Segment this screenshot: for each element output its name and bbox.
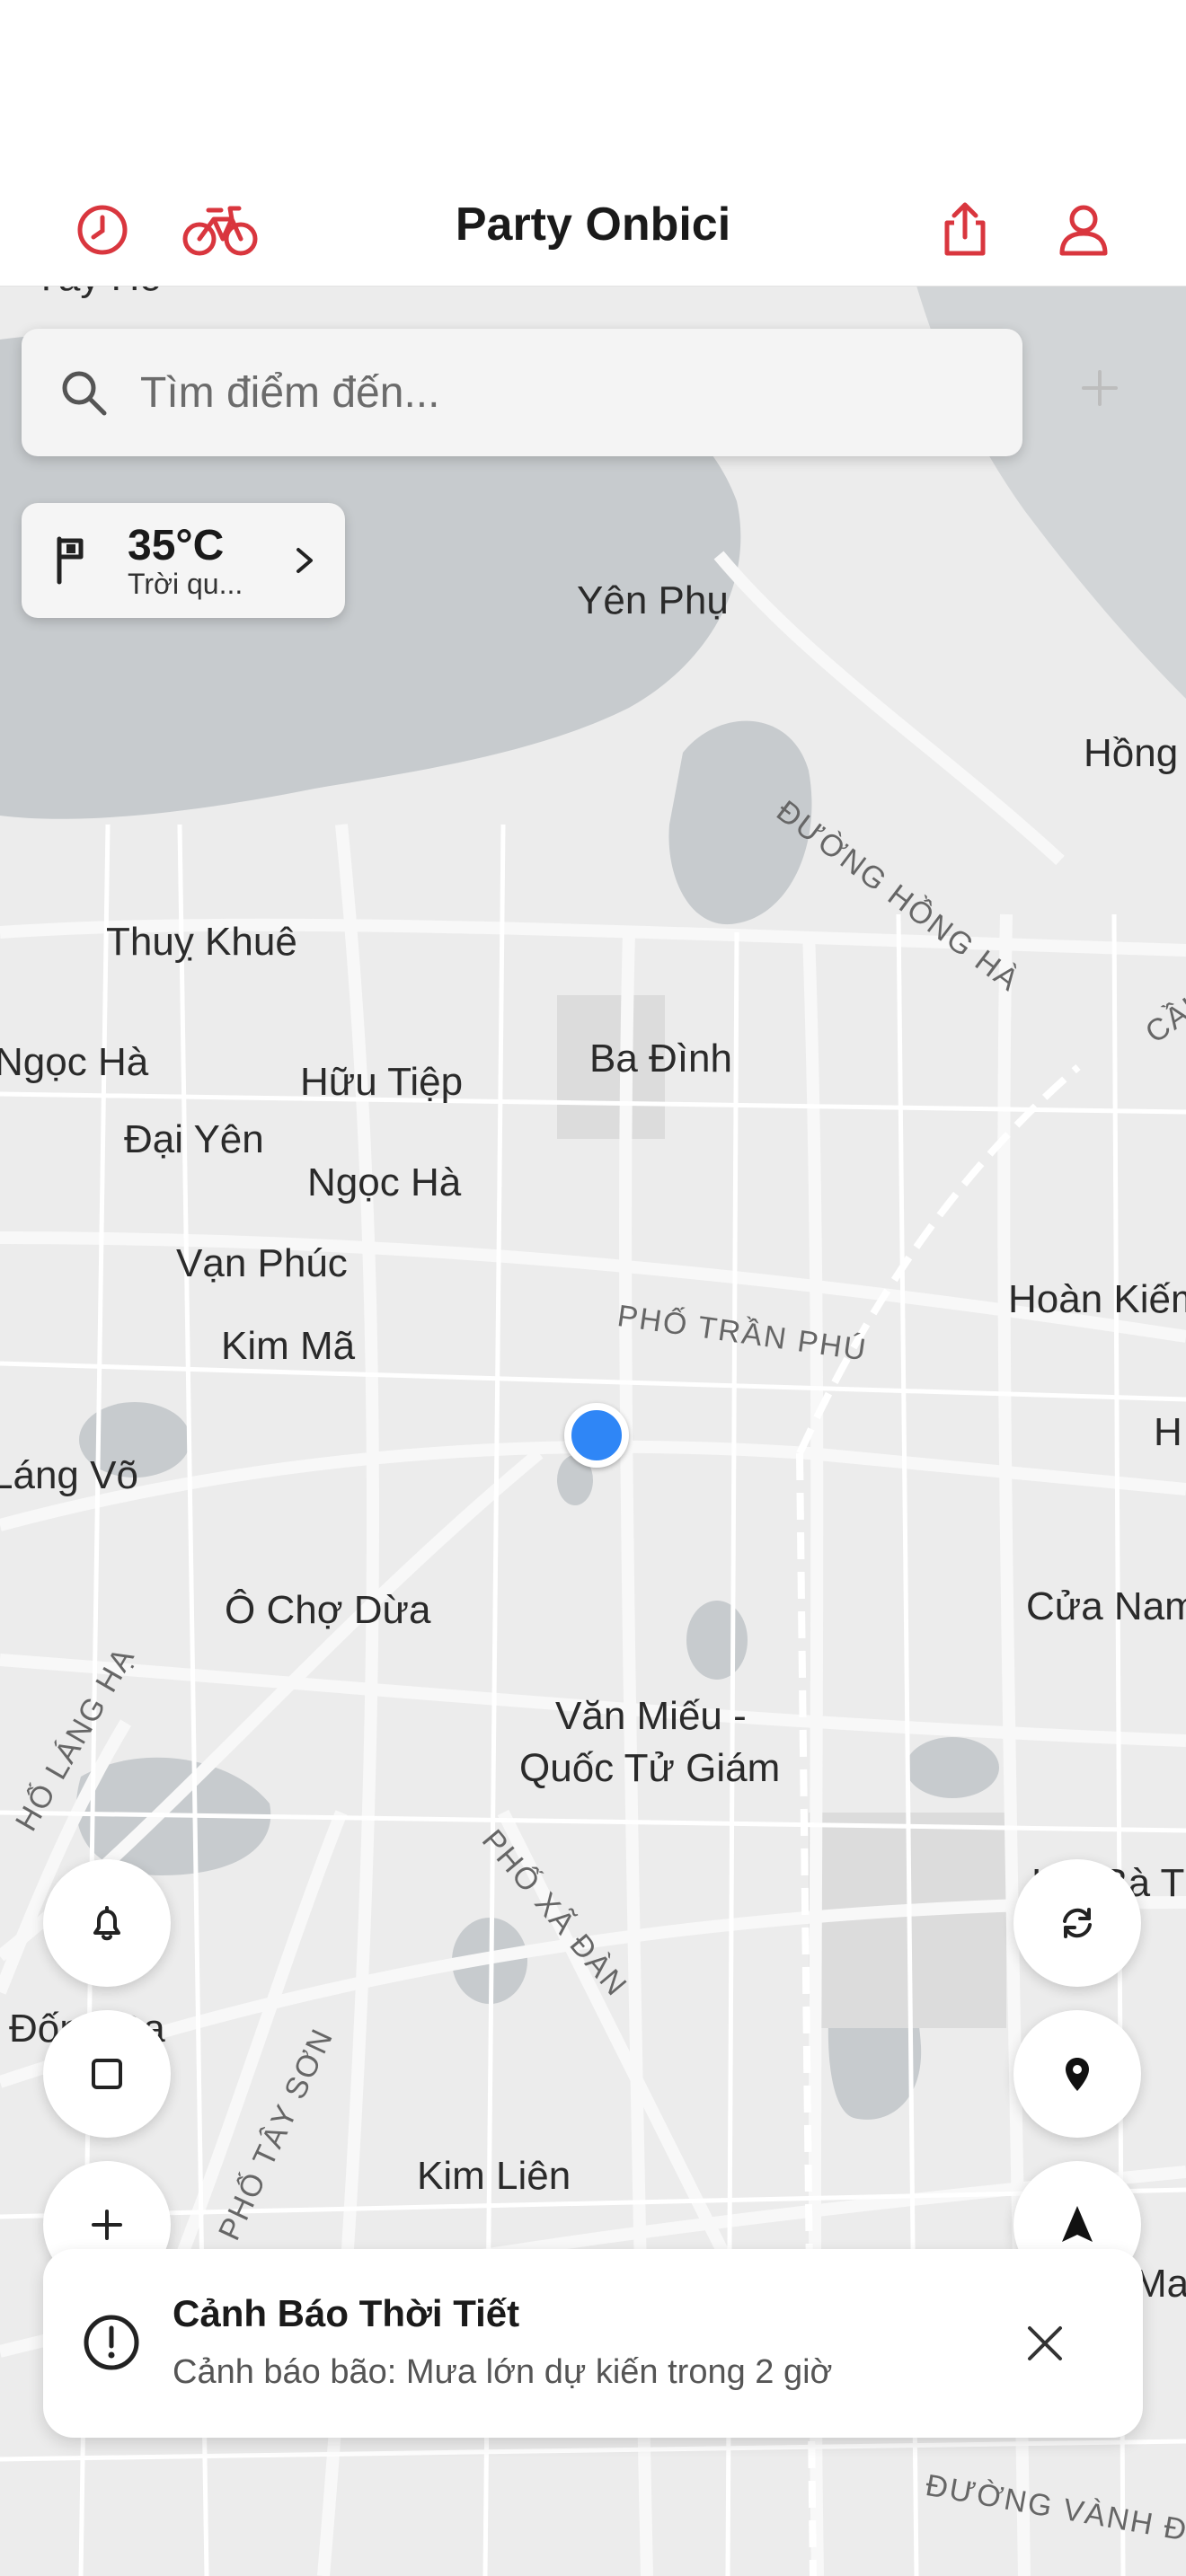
map-label-place: Hồng — [1084, 731, 1179, 775]
weather-condition: Trời qu... — [128, 568, 243, 600]
map-label-place: Kim Mã — [221, 1324, 356, 1368]
map-label-place: Hoàn Kiếm — [1008, 1277, 1186, 1321]
map-label-place: Quốc Tử Giám — [519, 1746, 781, 1790]
lake — [906, 1737, 999, 1798]
map-label-place: Kim Liên — [417, 2154, 571, 2198]
square-icon — [92, 2059, 122, 2089]
weather-temperature: 35°C — [128, 522, 225, 569]
stop-button[interactable] — [43, 2010, 171, 2138]
chevron-right-icon — [296, 548, 313, 573]
weather-widget[interactable]: 35°C Trời qu... — [22, 503, 345, 618]
map-label-place: Văn Miếu - — [555, 1694, 747, 1738]
app-title: Party Onbici — [455, 198, 731, 251]
current-location-marker — [564, 1403, 629, 1468]
map-label-place: Thuỵ Khuê — [106, 920, 297, 964]
navigation-arrow-icon — [1062, 2206, 1093, 2242]
status-bar-area — [0, 0, 1186, 180]
share-icon[interactable] — [929, 194, 1001, 266]
plus-icon — [92, 2210, 122, 2240]
map-label-place: Ngọc Hà — [0, 1040, 149, 1084]
map-label-place: Tây Hồ — [34, 286, 162, 300]
map-label-place: Vạn Phúc — [176, 1241, 348, 1285]
bell-icon — [93, 1906, 120, 1941]
map-label-place: Ngọc Hà — [307, 1160, 462, 1204]
location-button[interactable] — [1013, 2010, 1141, 2138]
alert-message: Cảnh báo bão: Mưa lớn dự kiến trong 2 gi… — [173, 2353, 833, 2391]
map-label-place: Cửa Nam — [1026, 1584, 1186, 1628]
map-label-place: Ba Đình — [589, 1037, 732, 1081]
notifications-button[interactable] — [43, 1859, 171, 1987]
alert-title: Cảnh Báo Thời Tiết — [173, 2292, 520, 2334]
location-pin-icon — [1066, 2058, 1089, 2091]
search-bar[interactable]: Tìm điểm đến... — [22, 329, 1022, 456]
map-label-place: Hữu Tiệp — [300, 1060, 464, 1104]
map-label-place: Đại Yên — [124, 1117, 264, 1161]
flag-icon — [57, 536, 84, 585]
profile-icon[interactable] — [1048, 194, 1120, 266]
top-navigation-bar: Party Onbici — [0, 180, 1186, 287]
map-label-place: H — [1154, 1410, 1182, 1454]
search-icon — [62, 371, 107, 416]
weather-alert-banner[interactable]: Cảnh Báo Thời Tiết Cảnh báo bão: Mưa lớn… — [43, 2249, 1143, 2438]
alert-icon — [84, 2315, 139, 2370]
map-label-place: Ô Chợ Dừa — [225, 1588, 431, 1632]
lake — [686, 1601, 748, 1680]
close-icon[interactable] — [1022, 2321, 1067, 2366]
plus-icon[interactable] — [1078, 366, 1121, 410]
map-label-place: Láng Võ — [0, 1453, 138, 1497]
map-label-place: Yên Phụ — [577, 578, 729, 622]
search-input[interactable]: Tìm điểm đến... — [140, 368, 439, 418]
refresh-button[interactable] — [1013, 1859, 1141, 1987]
refresh-icon — [1063, 1908, 1092, 1938]
